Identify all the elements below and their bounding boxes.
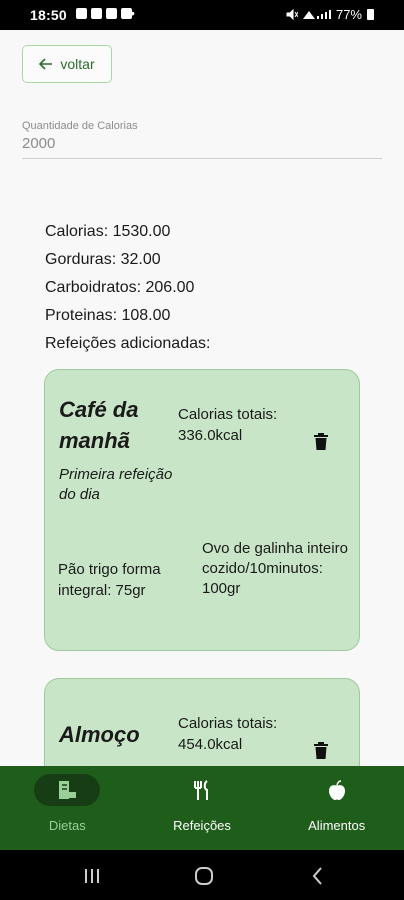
meal-totals-label: Calorias totais: xyxy=(178,715,278,732)
added-meals-heading: Refeições adicionadas: xyxy=(45,335,211,352)
system-navigation xyxy=(0,850,404,900)
calories-input-value[interactable]: 2000 xyxy=(22,135,382,155)
recent-apps-icon[interactable] xyxy=(82,866,102,886)
arrow-left-icon xyxy=(39,58,53,70)
meal-card[interactable]: Café da manhã Primeira refeição do dia C… xyxy=(44,369,360,651)
calories-input[interactable]: Quantidade de Calorias 2000 xyxy=(22,120,382,159)
meal-totals-value: 454.0kcal xyxy=(178,736,243,753)
meal-totals: Calorias totais: 454.0kcal xyxy=(178,713,303,755)
back-nav-icon[interactable] xyxy=(308,866,328,886)
input-underline xyxy=(22,158,382,159)
diet-icon xyxy=(59,781,77,799)
summary-proteins: Proteinas: 108.00 xyxy=(45,307,171,324)
meal-description: Primeira refeição do dia xyxy=(59,466,173,503)
meal-food-item: Ovo de galinha inteiro cozido/10minutos:… xyxy=(202,540,348,597)
meal-title: Café da manhã xyxy=(59,397,139,453)
summary-calories: Calorias: 1530.00 xyxy=(45,223,171,240)
back-button-label: voltar xyxy=(60,56,95,72)
meal-totals-value: 336.0kcal xyxy=(178,427,243,444)
nav-item-refeicoes[interactable]: Refeições xyxy=(135,766,270,850)
whatsapp-icon xyxy=(91,8,102,19)
fork-knife-icon xyxy=(194,780,208,800)
meal-title: Almoço xyxy=(59,722,140,747)
apple-icon xyxy=(328,780,345,800)
summary-fats: Gorduras: 32.00 xyxy=(45,251,161,268)
status-right: 77% xyxy=(286,7,374,22)
trash-icon[interactable] xyxy=(313,432,329,451)
battery-icon xyxy=(367,9,374,20)
battery-percent: 77% xyxy=(335,7,362,22)
nav-label: Dietas xyxy=(48,818,86,833)
back-button[interactable]: voltar xyxy=(22,45,112,83)
bottom-navigation: Dietas Refeições Alimentos xyxy=(0,766,404,850)
meal-totals-label: Calorias totais: xyxy=(178,406,278,423)
meal-food-item: Pão trigo forma integral: 75gr xyxy=(58,561,161,599)
image-icon xyxy=(106,8,117,19)
mute-icon xyxy=(286,9,298,20)
summary-carbs: Carboidratos: 206.00 xyxy=(45,279,195,296)
nav-indicator xyxy=(304,774,370,806)
status-bar: 18:50 • 77% xyxy=(0,0,404,30)
nav-indicator xyxy=(34,774,101,806)
notification-icons xyxy=(76,8,132,19)
status-time: 18:50 xyxy=(30,7,67,23)
meal-totals: Calorias totais: 336.0kcal xyxy=(178,404,303,446)
trash-icon[interactable] xyxy=(313,741,329,760)
nav-label: Alimentos xyxy=(308,818,366,833)
nav-indicator xyxy=(169,774,235,806)
signal-icon xyxy=(302,10,331,19)
nav-label: Refeições xyxy=(173,818,231,833)
calories-input-label: Quantidade de Calorias xyxy=(22,120,138,132)
call-icon xyxy=(76,8,87,19)
home-icon[interactable] xyxy=(194,866,214,886)
nav-item-dietas[interactable]: Dietas xyxy=(0,766,135,850)
summary: Calorias: 1530.00 Gorduras: 32.00 Carboi… xyxy=(45,218,210,358)
nav-item-alimentos[interactable]: Alimentos xyxy=(269,766,404,850)
status-dot: • xyxy=(130,5,135,21)
